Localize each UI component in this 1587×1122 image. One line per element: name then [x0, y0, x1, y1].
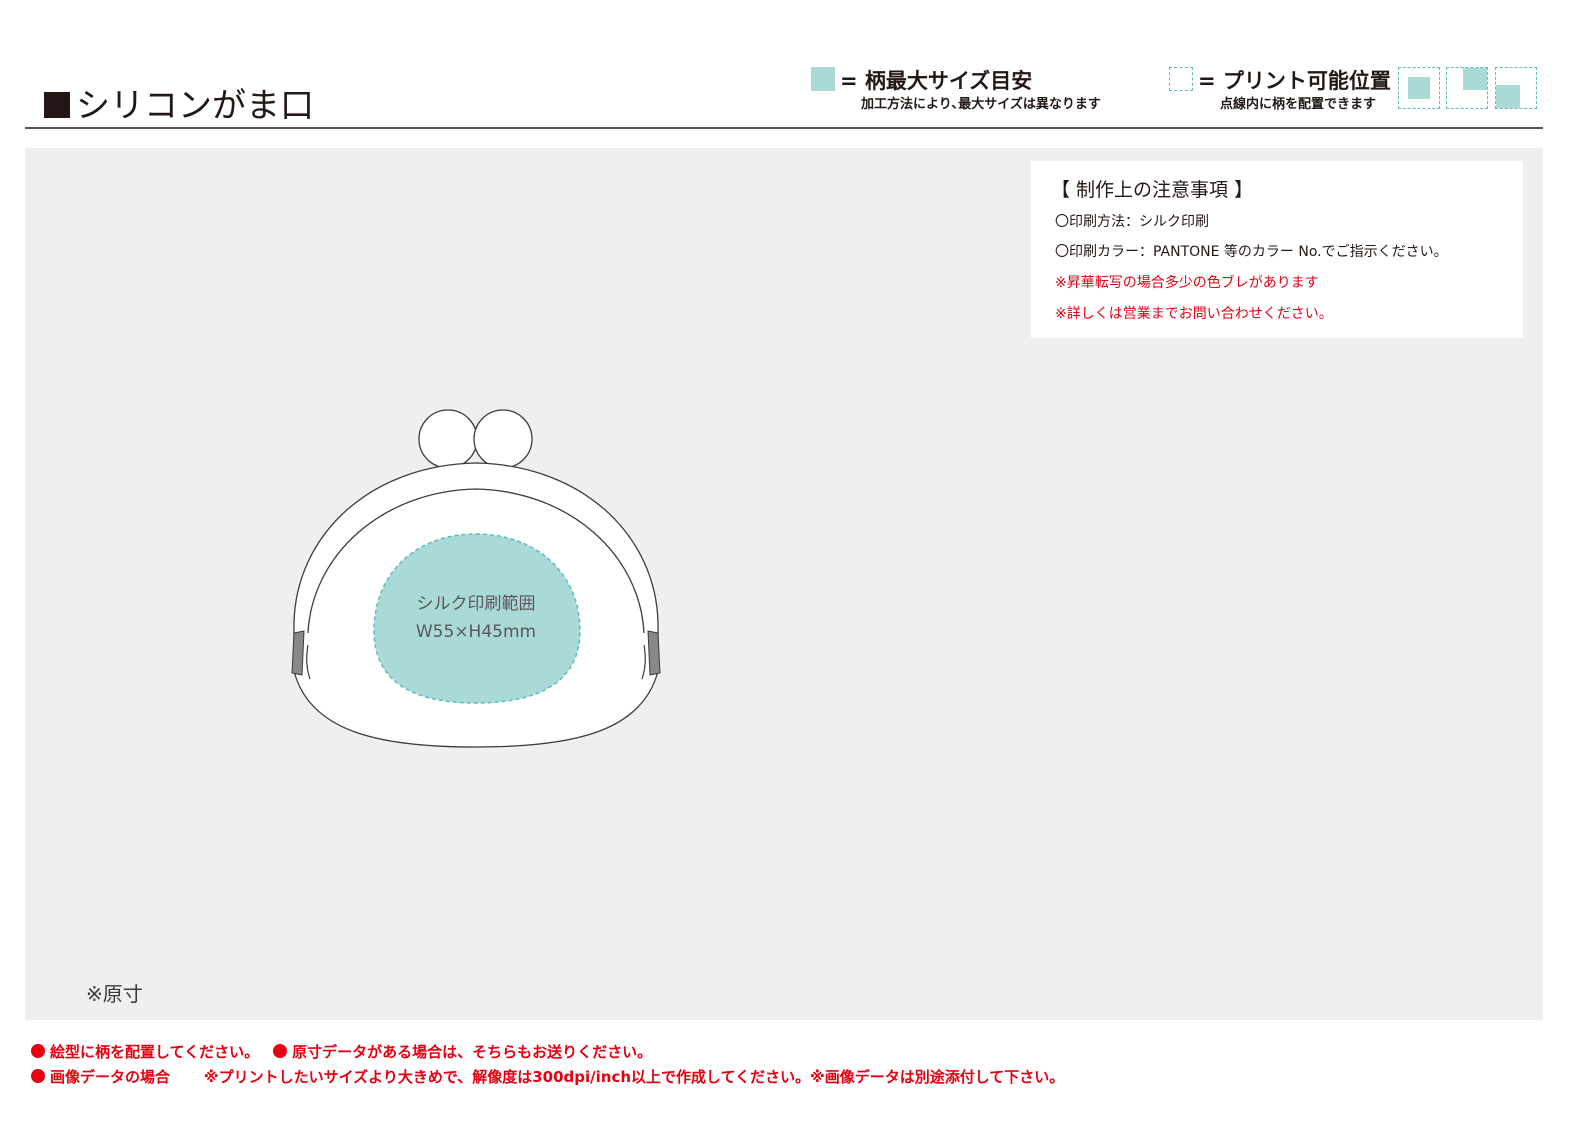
position-example-top-icon	[1446, 67, 1488, 109]
note-contact-sales: ※詳しくは営業までお問い合わせください。	[1055, 306, 1333, 322]
print-area-swatch-icon	[1169, 67, 1193, 91]
clasp-ball-left-icon	[418, 409, 478, 469]
legend-max-title: = 柄最大サイズ目安	[840, 69, 1033, 93]
page-title-text: シリコンがま口	[76, 86, 314, 126]
bullet-dot-icon	[31, 1044, 45, 1058]
print-area-label: シルク印刷範囲	[417, 594, 536, 614]
footer-instruction-original-data: 原寸データがある場合は、そちらもお送りください。	[292, 1043, 653, 1061]
page-title: シリコンがま口	[44, 78, 314, 127]
max-size-swatch-icon	[811, 67, 835, 91]
footer-line-2: 画像データの場合 ※プリントしたいサイズより大きめで、解像度は300dpi/inc…	[31, 1066, 1064, 1087]
legend-print-sub: 点線内に柄を配置できます	[1220, 97, 1377, 112]
coin-purse-illustration: シルク印刷範囲 W55×H45mm	[291, 409, 661, 748]
clasp-ball-right-icon	[473, 409, 533, 469]
hinge-left-icon	[291, 630, 305, 676]
legend-max-sub: 加工方法により､最大サイズは異なります	[861, 97, 1101, 112]
notes-title: 【 制作上の注意事項 】	[1051, 179, 1254, 201]
position-example-bottom-icon	[1495, 67, 1537, 109]
position-example-center-icon	[1398, 67, 1440, 109]
bullet-dot-icon	[273, 1044, 288, 1058]
bullet-dot-icon	[31, 1069, 45, 1083]
footer-instruction-placement: 絵型に柄を配置してください。	[50, 1043, 260, 1061]
header-divider	[25, 127, 1543, 129]
footer-image-data-instructions: ※プリントしたいサイズより大きめで、解像度は300dpi/inch以上で作成して…	[204, 1068, 1065, 1086]
production-notes: 【 制作上の注意事項 】 〇印刷方法：シルク印刷 〇印刷カラー：PANTONE …	[1031, 161, 1523, 338]
note-sublimation-warning: ※昇華転写の場合多少の色ブレがあります	[1055, 275, 1319, 291]
footer-line-1: 絵型に柄を配置してください。 原寸データがある場合は、そちらもお送りください。	[31, 1041, 652, 1062]
actual-size-note: ※原寸	[86, 982, 143, 1006]
square-bullet-icon	[44, 92, 70, 118]
legend-print-title: = プリント可能位置	[1198, 69, 1391, 93]
print-area-size: W55×H45mm	[416, 622, 536, 642]
note-print-method: 〇印刷方法：シルク印刷	[1055, 214, 1209, 230]
note-print-color: 〇印刷カラー：PANTONE 等のカラー No.でご指示ください。	[1055, 244, 1448, 260]
footer-image-data-label: 画像データの場合	[50, 1068, 171, 1086]
hinge-right-icon	[647, 630, 661, 676]
silk-print-area	[373, 533, 581, 704]
